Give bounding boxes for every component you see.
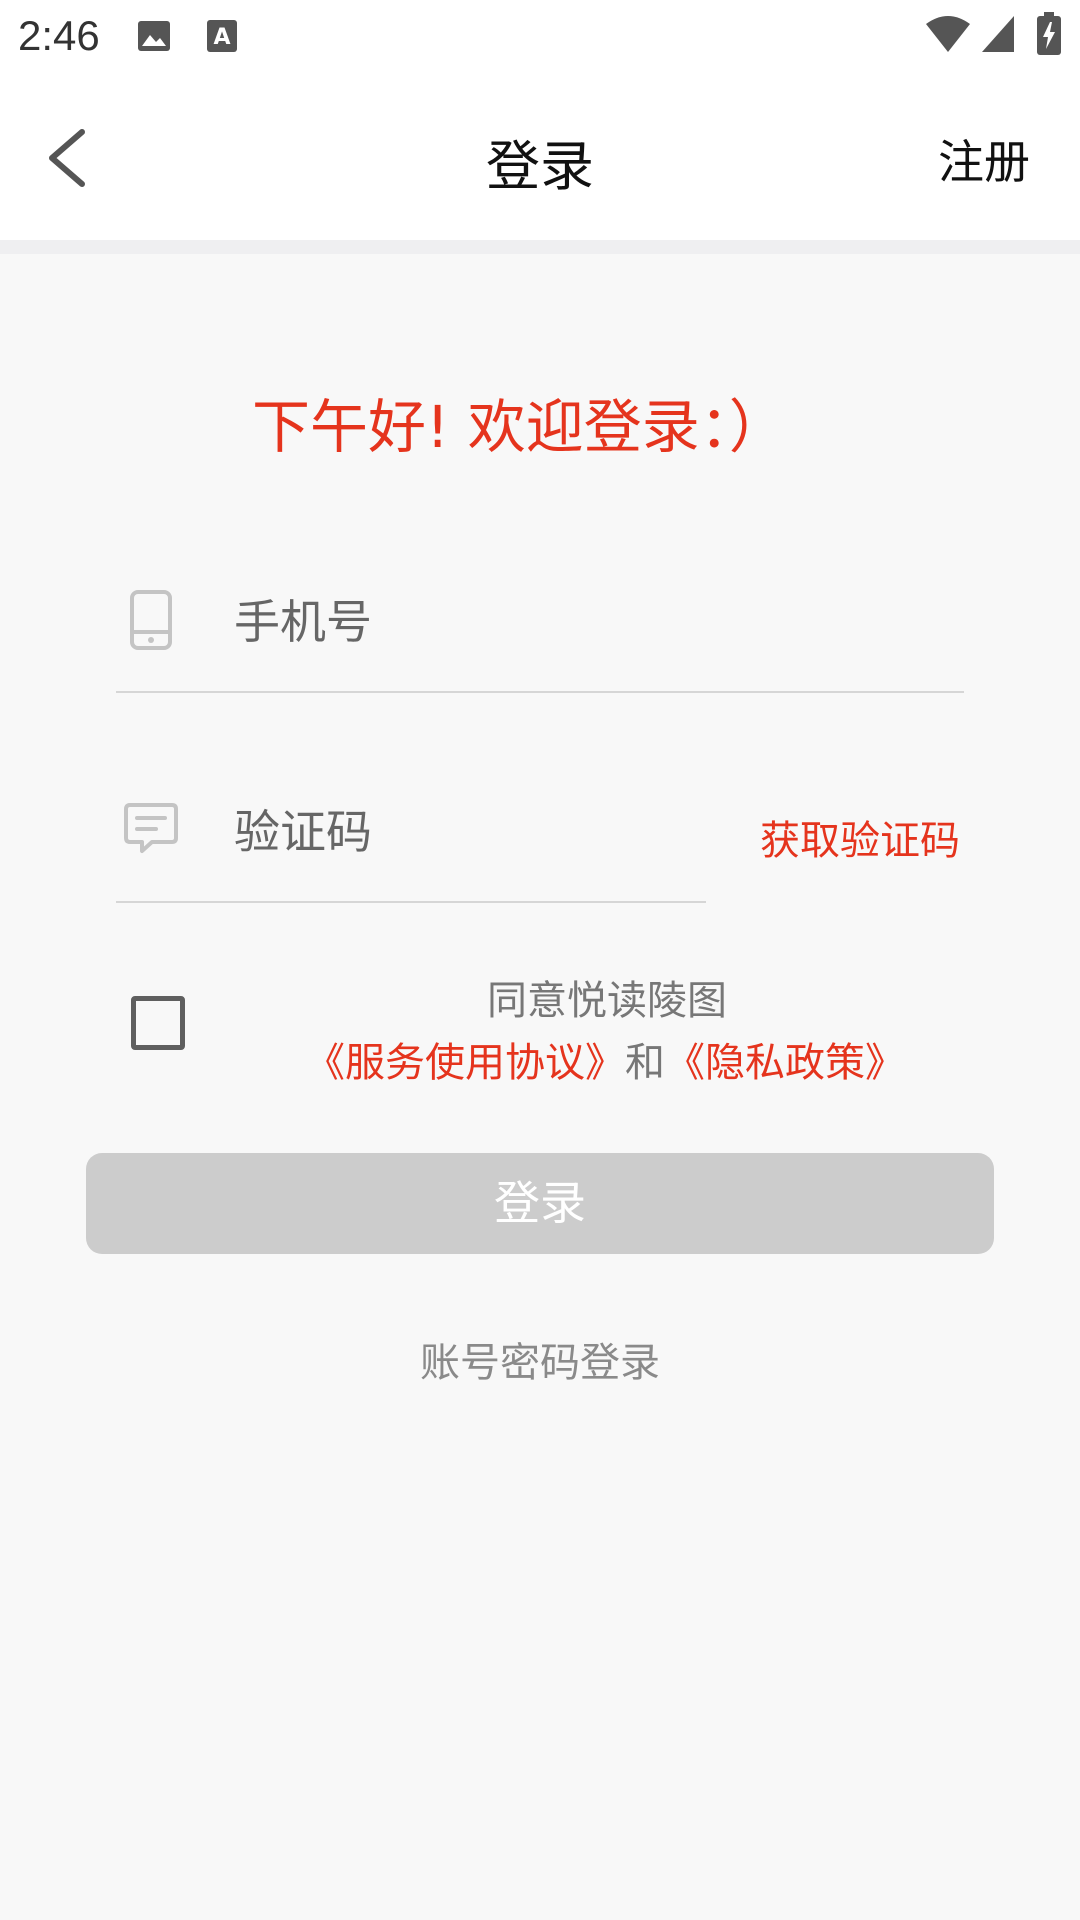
a-notification-icon: A [207,20,237,52]
phone-icon [130,590,172,650]
verification-code-input[interactable] [234,800,714,864]
status-bar: 2:46 A [0,0,1080,74]
signal-icon [982,16,1014,52]
agreement-checkbox[interactable] [131,996,185,1050]
agreement-and-text: 和 [625,1040,665,1086]
phone-input[interactable] [234,590,954,654]
header-divider [0,240,1080,254]
wifi-icon [926,16,970,52]
get-code-button[interactable]: 获取验证码 [760,808,960,866]
login-button[interactable]: 登录 [86,1153,994,1254]
message-icon [124,803,178,853]
code-input-underline [116,901,706,903]
page-title: 登录 [486,135,594,198]
phone-input-underline [116,691,964,693]
app-header: 登录 注册 [0,74,1080,240]
image-icon [138,21,170,51]
register-link[interactable]: 注册 [938,126,1030,192]
privacy-policy-link[interactable]: 《隐私政策》 [665,1040,905,1086]
agreement-links: 《服务使用协议》和《隐私政策》 [305,1030,905,1088]
svg-text:A: A [213,25,230,50]
status-time: 2:46 [18,12,100,59]
battery-charging-icon [1037,12,1061,55]
service-agreement-link[interactable]: 《服务使用协议》 [305,1040,625,1086]
welcome-text: 下午好! 欢迎登录：） [252,393,787,461]
agreement-text: 同意悦读陵图 [487,978,727,1024]
account-password-login-link[interactable]: 账号密码登录 [0,1330,1080,1388]
